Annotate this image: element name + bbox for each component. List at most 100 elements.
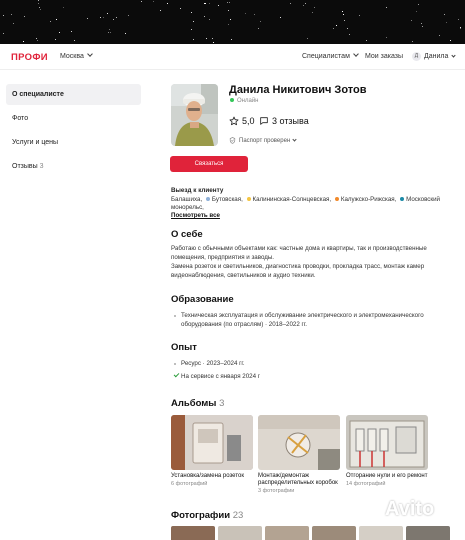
star-dot <box>209 19 210 20</box>
star-dot <box>458 19 459 20</box>
star-dot <box>24 16 25 17</box>
album-title-line: Монтаж/демонтаж <box>258 473 310 479</box>
city-selector[interactable]: Москва <box>60 51 93 60</box>
star-dot <box>333 28 334 29</box>
nav-specialists-label: Специалистам <box>302 53 350 60</box>
album-cover <box>258 415 340 470</box>
star-dot <box>193 39 194 40</box>
logo[interactable]: ПРОФИ <box>11 52 48 63</box>
star-dot <box>218 5 219 6</box>
experience-heading: Опыт <box>171 342 197 353</box>
star-dot <box>191 12 192 13</box>
star-dot <box>260 21 261 22</box>
album-card[interactable]: Монтаж/демонтаж распределительных коробок… <box>258 415 340 494</box>
sidebar-item-reviews[interactable]: Отзывы 3 <box>6 156 141 177</box>
location-item: Балашиха, <box>171 196 203 203</box>
star-dot <box>439 35 440 36</box>
education-item: Техническая эксплуатация и обслуживание … <box>174 312 424 329</box>
star-dot <box>36 38 37 39</box>
decorative-banner <box>0 0 465 44</box>
photo-thumbnail[interactable] <box>265 526 309 540</box>
photo-thumbnail[interactable] <box>359 526 403 540</box>
star-dot <box>153 1 154 2</box>
star-dot <box>412 41 413 42</box>
photo-thumbnail[interactable] <box>171 526 215 540</box>
star-dot <box>87 18 88 19</box>
star-dot <box>416 11 417 12</box>
star-dot <box>344 20 345 21</box>
star-dot <box>55 39 56 40</box>
star-dot <box>204 16 205 17</box>
online-status-label: Онлайн <box>237 98 259 104</box>
avatar: Д <box>412 52 421 61</box>
contact-button[interactable]: Связаться <box>170 156 248 172</box>
metro-line-icon <box>334 197 339 201</box>
nav-specialists[interactable]: Специалистам <box>302 51 359 60</box>
star-dot <box>314 7 315 8</box>
album-cover-image <box>171 415 253 470</box>
star-dot <box>109 29 110 30</box>
photo-thumbnail[interactable] <box>312 526 356 540</box>
experience-item: На сервисе с января 2024 г <box>173 371 260 382</box>
star-dot <box>366 40 367 41</box>
avito-watermark: Avito <box>356 498 434 521</box>
sidebar-item-label: Отзывы <box>12 163 38 170</box>
profile-photo-image <box>171 84 218 146</box>
star-dot <box>108 32 109 33</box>
sidebar-item-photos[interactable]: Фото <box>6 108 141 129</box>
star-dot <box>39 7 40 8</box>
photo-thumbnail[interactable] <box>218 526 262 540</box>
reviews-link[interactable]: 3 отзыва <box>259 116 309 126</box>
star-dot <box>206 38 207 39</box>
star-dot <box>421 23 422 24</box>
experience-text: Ресурс · 2023–2024 гг. <box>181 360 245 367</box>
album-photo-count: 14 фотографий <box>346 481 386 487</box>
sidebar: О специалисте Фото Услуги и цены Отзывы 3 <box>6 84 141 180</box>
star-dot <box>254 14 255 15</box>
passport-verified[interactable]: Паспорт проверен <box>229 137 297 144</box>
photo-thumbnail[interactable] <box>406 526 450 540</box>
star-dot <box>103 17 104 18</box>
star-dot <box>342 11 343 12</box>
education-line: Техническая эксплуатация и обслуживание … <box>181 312 424 319</box>
star-dot <box>167 3 168 4</box>
sidebar-item-about[interactable]: О специалисте <box>6 84 141 105</box>
star-dot <box>13 23 14 24</box>
photos-strip <box>171 526 465 540</box>
chevron-down-icon <box>87 51 93 57</box>
user-name: Данила <box>424 53 449 60</box>
sidebar-item-services[interactable]: Услуги и цены <box>6 132 141 153</box>
album-card[interactable]: Отгорание нули и его ремонт 14 фотографи… <box>346 415 428 487</box>
shield-icon <box>229 137 236 144</box>
star-dot <box>63 7 64 8</box>
location-item: Калужско-Рижская, <box>340 196 397 203</box>
star-dot <box>193 21 194 22</box>
album-cover <box>346 415 428 470</box>
album-cover <box>171 415 253 470</box>
nav-my-orders[interactable]: Мои заказы <box>365 53 403 60</box>
album-photo-count: 6 фотографий <box>171 481 208 487</box>
star-dot <box>359 15 360 16</box>
star-dot <box>113 19 114 20</box>
star-dot <box>128 15 129 16</box>
star-dot <box>74 40 75 41</box>
about-text-line: видеонаблюдения, светильников и аудио те… <box>171 272 316 279</box>
star-dot <box>245 13 246 14</box>
star-dot <box>227 2 228 3</box>
album-title: Монтаж/демонтаж распределительных коробок <box>258 473 340 487</box>
location-item: Московский <box>406 196 441 203</box>
star-dot <box>40 9 41 10</box>
user-menu[interactable]: Д Данила <box>412 52 457 61</box>
sidebar-item-label: Услуги и цены <box>12 139 59 146</box>
album-cover-image <box>346 415 428 470</box>
show-all-link[interactable]: Посмотреть все <box>171 212 220 221</box>
star-dot <box>231 39 232 40</box>
star-dot <box>191 29 192 30</box>
photos-count: 23 <box>232 510 244 521</box>
metro-line-icon <box>400 197 405 201</box>
profile-photo[interactable] <box>171 84 218 146</box>
chevron-down-icon <box>353 51 359 57</box>
star-dot <box>209 3 210 4</box>
album-card[interactable]: Установка/замена розеток 6 фотографий <box>171 415 253 487</box>
album-title: Отгорание нули и его ремонт <box>346 473 428 479</box>
